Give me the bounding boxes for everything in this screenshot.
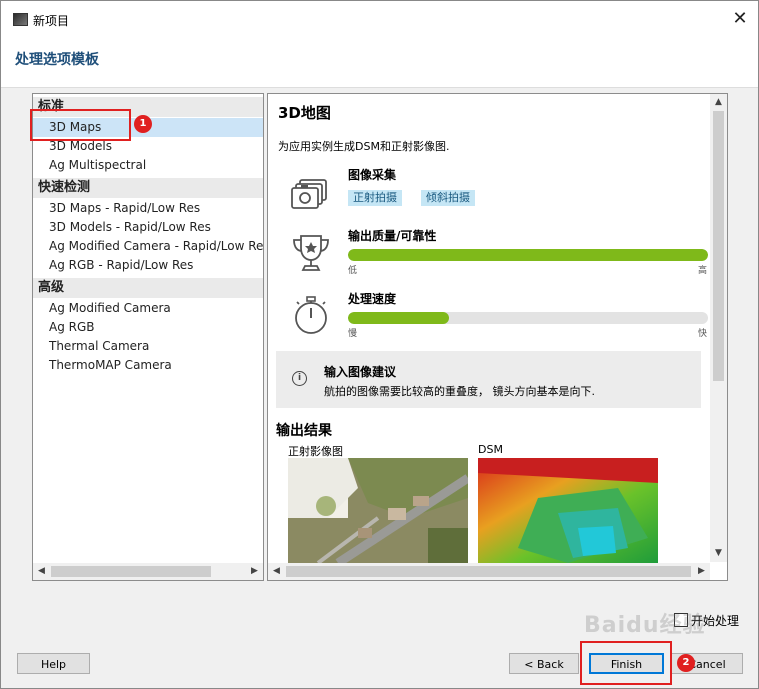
quality-bar [348, 249, 708, 261]
capture-label: 图像采集 [348, 168, 397, 182]
scroll-thumb[interactable] [51, 566, 211, 577]
window-title: 新项目 [33, 14, 70, 28]
tip-text: 航拍的图像需要比较高的重叠度， 镜头方向基本是向下. [324, 385, 595, 398]
annotation-box-3d-maps [30, 109, 131, 141]
close-icon[interactable]: ✕ [727, 7, 753, 31]
input-tip-box: i 输入图像建议 航拍的图像需要比较高的重叠度， 镜头方向基本是向下. [276, 351, 701, 408]
quality-low-label: 低 [348, 266, 358, 276]
camera-icon [291, 179, 327, 209]
stopwatch-icon [295, 296, 327, 334]
template-list-hscrollbar[interactable]: ◀ ▶ [33, 563, 263, 580]
arrow-right-icon[interactable]: ▶ [693, 563, 710, 580]
template-item-thermal[interactable]: Thermal Camera [33, 337, 263, 356]
back-button[interactable]: < Back [509, 653, 579, 674]
outputs-title: 输出结果 [276, 423, 332, 439]
speed-low-label: 慢 [348, 329, 358, 339]
info-icon: i [292, 371, 307, 386]
new-project-window: 新项目 ✕ 处理选项模板 标准 3D Maps 3D Models Ag Mul… [0, 0, 759, 689]
speed-bar-fill [348, 312, 449, 324]
group-header-rapid: 快速检测 [33, 178, 263, 198]
scroll-thumb[interactable] [286, 566, 691, 577]
speed-high-label: 快 [698, 329, 708, 339]
quality-label: 输出质量/可靠性 [348, 229, 437, 243]
output-label-dsm: DSM [478, 443, 503, 456]
template-item-ag-rgb-rapid[interactable]: Ag RGB - Rapid/Low Res [33, 256, 263, 275]
title-bar: 新项目 ✕ [1, 1, 758, 37]
template-item-ag-multispectral[interactable]: Ag Multispectral [33, 156, 263, 175]
speed-label: 处理速度 [348, 292, 397, 306]
annotation-badge-2: 2 [677, 654, 695, 672]
annotation-box-finish [580, 641, 672, 685]
template-item-ag-rgb[interactable]: Ag RGB [33, 318, 263, 337]
template-item-ag-modified-rapid[interactable]: Ag Modified Camera - Rapid/Low Res [33, 237, 263, 256]
quality-high-label: 高 [698, 266, 708, 276]
template-list: 标准 3D Maps 3D Models Ag Multispectral 快速… [32, 93, 264, 581]
arrow-left-icon[interactable]: ◀ [268, 563, 285, 580]
dsm-preview [478, 458, 658, 563]
detail-description: 为应用实例生成DSM和正射影像图. [278, 140, 450, 153]
scroll-thumb[interactable] [713, 111, 724, 381]
page-header: 处理选项模板 [1, 37, 758, 88]
template-detail: 3D地图 为应用实例生成DSM和正射影像图. 图像采集 正射拍摄 倾斜拍摄 输出… [267, 93, 728, 581]
arrow-right-icon[interactable]: ▶ [246, 563, 263, 580]
detail-hscrollbar[interactable]: ◀ ▶ [268, 563, 710, 580]
arrow-down-icon[interactable]: ▼ [710, 545, 727, 562]
orthomosaic-preview [288, 458, 468, 563]
speed-bar [348, 312, 708, 324]
detail-title: 3D地图 [278, 104, 331, 122]
template-item-ag-modified[interactable]: Ag Modified Camera [33, 299, 263, 318]
template-item-thermomap[interactable]: ThermoMAP Camera [33, 356, 263, 375]
page-title: 处理选项模板 [15, 52, 99, 68]
arrow-up-icon[interactable]: ▲ [710, 94, 727, 111]
arrow-left-icon[interactable]: ◀ [33, 563, 50, 580]
tag-nadir: 正射拍摄 [348, 190, 402, 206]
help-button[interactable]: Help [17, 653, 90, 674]
template-item-3d-models-rapid[interactable]: 3D Models - Rapid/Low Res [33, 218, 263, 237]
app-icon [13, 13, 28, 26]
tag-oblique: 倾斜拍摄 [421, 190, 475, 206]
watermark: Baidu经验 [584, 613, 706, 638]
quality-bar-fill [348, 249, 708, 261]
detail-vscrollbar[interactable]: ▲ ▼ [710, 94, 727, 562]
group-header-advanced: 高级 [33, 278, 263, 298]
template-item-3d-maps-rapid[interactable]: 3D Maps - Rapid/Low Res [33, 199, 263, 218]
tip-title: 输入图像建议 [324, 365, 397, 379]
trophy-icon [293, 235, 329, 271]
annotation-badge-1: 1 [134, 115, 152, 133]
output-label-ortho: 正射影像图 [288, 445, 343, 458]
